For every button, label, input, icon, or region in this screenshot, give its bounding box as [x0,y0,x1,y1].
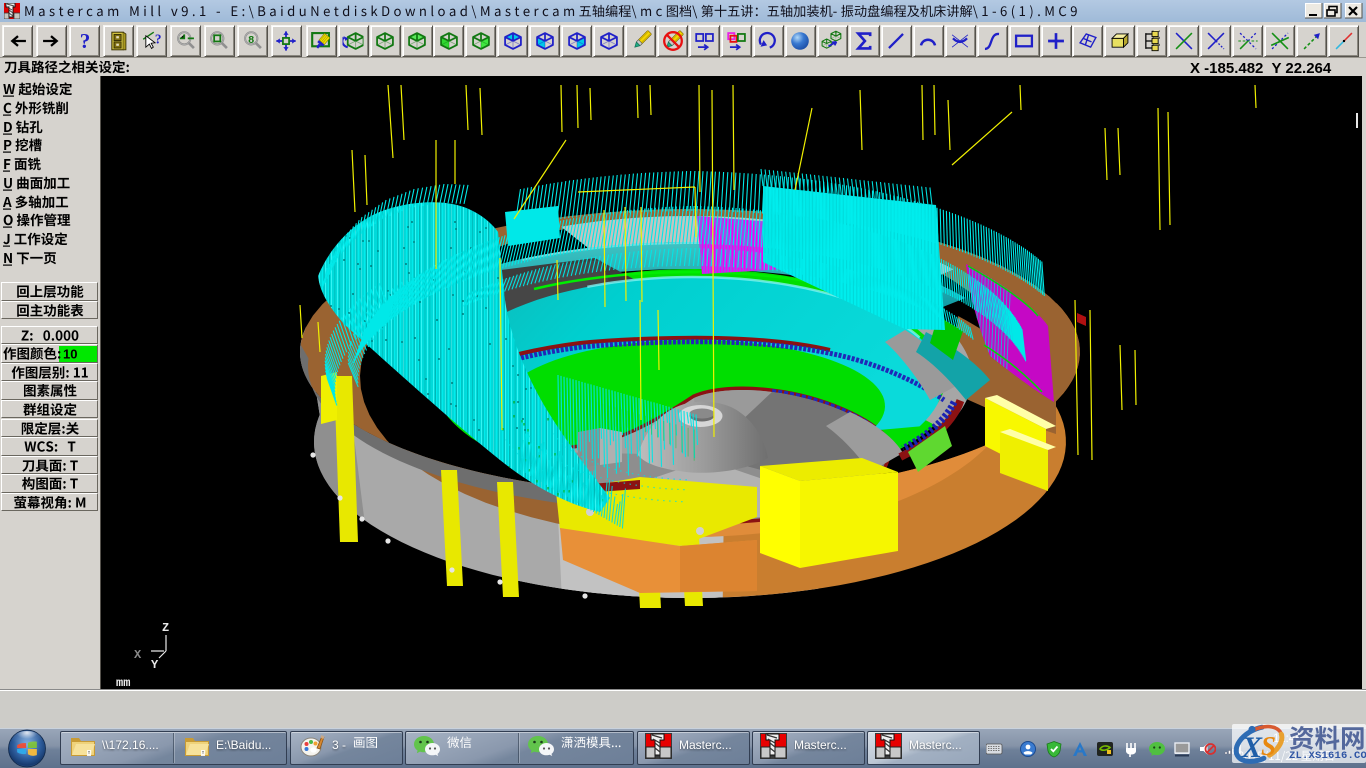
svg-text:8: 8 [248,34,254,46]
svg-text:X: X [1241,731,1263,764]
svg-text:mm: mm [116,676,130,689]
svg-text:Y: Y [151,658,159,672]
svg-text:?: ? [79,30,90,51]
svg-text:X: X [134,648,142,662]
svg-text:Z: Z [162,621,169,635]
svg-text:S: S [1261,731,1276,761]
svg-text:?: ? [155,32,162,47]
svg-text:10: 10 [63,347,77,362]
